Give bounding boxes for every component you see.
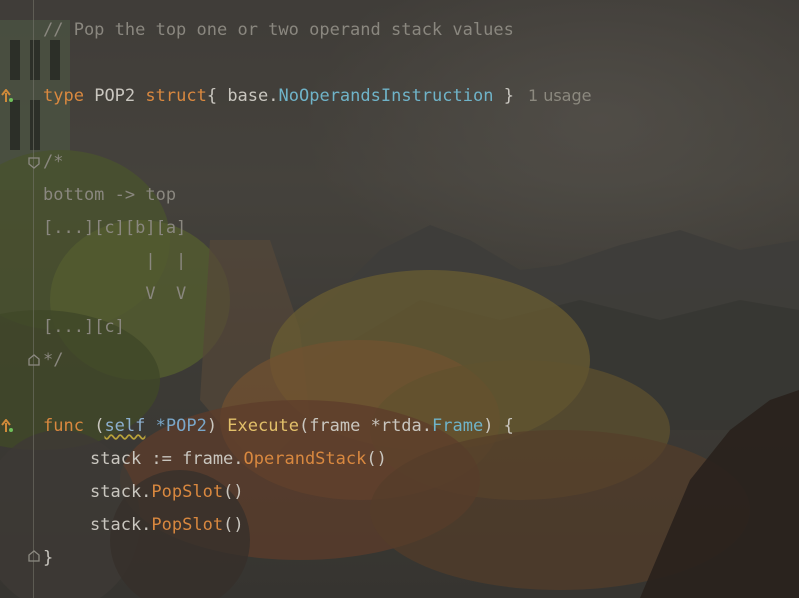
code-line-7[interactable]: V V bbox=[43, 283, 186, 305]
code-line-1[interactable]: // Pop the top one or two operand stack … bbox=[43, 19, 514, 41]
brace: { bbox=[206, 86, 228, 106]
function-name[interactable]: Execute bbox=[227, 416, 299, 436]
code-line-8[interactable]: [...][c] bbox=[43, 316, 125, 338]
method-call[interactable]: PopSlot bbox=[151, 482, 223, 502]
params: (frame *rtda. bbox=[298, 416, 433, 436]
paren: ) bbox=[206, 416, 228, 436]
keyword-struct: struct bbox=[145, 86, 207, 106]
brace: } bbox=[493, 86, 514, 106]
code-line-13[interactable]: stack.PopSlot() bbox=[90, 514, 244, 536]
dot: . bbox=[268, 86, 279, 106]
code-line-2[interactable]: type POP2 struct{ base.NoOperandsInstruc… bbox=[43, 85, 591, 107]
method-call[interactable]: PopSlot bbox=[151, 515, 223, 535]
code-line-4[interactable]: bottom -> top bbox=[43, 184, 176, 206]
embedded-type-ref[interactable]: NoOperandsInstruction bbox=[279, 86, 494, 106]
code-line-10[interactable]: func (self *POP2) Execute(frame *rtda.Fr… bbox=[43, 415, 514, 437]
package-ref[interactable]: base bbox=[227, 86, 268, 106]
code-line-9[interactable]: */ bbox=[43, 349, 63, 371]
call-parens: () bbox=[366, 449, 387, 469]
usage-hint[interactable]: 1 usage bbox=[528, 86, 592, 105]
method-call[interactable]: OperandStack bbox=[244, 449, 367, 469]
code-line-14[interactable]: } bbox=[43, 547, 53, 569]
code-line-11[interactable]: stack := frame.OperandStack() bbox=[90, 448, 387, 470]
keyword-func: func bbox=[43, 416, 84, 436]
code-editor[interactable]: // Pop the top one or two operand stack … bbox=[0, 0, 799, 598]
receiver-type[interactable]: *POP2 bbox=[145, 416, 207, 436]
statement-text: stack. bbox=[90, 515, 152, 535]
param-type-ref[interactable]: Frame bbox=[432, 416, 483, 436]
statement-text: stack := frame. bbox=[90, 449, 244, 469]
call-parens: () bbox=[223, 482, 244, 502]
code-line-12[interactable]: stack.PopSlot() bbox=[90, 481, 244, 503]
keyword-type: type bbox=[43, 86, 84, 106]
receiver-name[interactable]: self bbox=[104, 416, 145, 436]
call-parens: () bbox=[223, 515, 244, 535]
statement-text: stack. bbox=[90, 482, 152, 502]
type-name[interactable]: POP2 bbox=[94, 86, 135, 106]
code-line-3[interactable]: /* bbox=[43, 151, 63, 173]
params-close: ) { bbox=[483, 416, 514, 436]
code-line-5[interactable]: [...][c][b][a] bbox=[43, 217, 186, 239]
code-line-6[interactable]: | | bbox=[43, 250, 186, 272]
paren: ( bbox=[83, 416, 105, 436]
